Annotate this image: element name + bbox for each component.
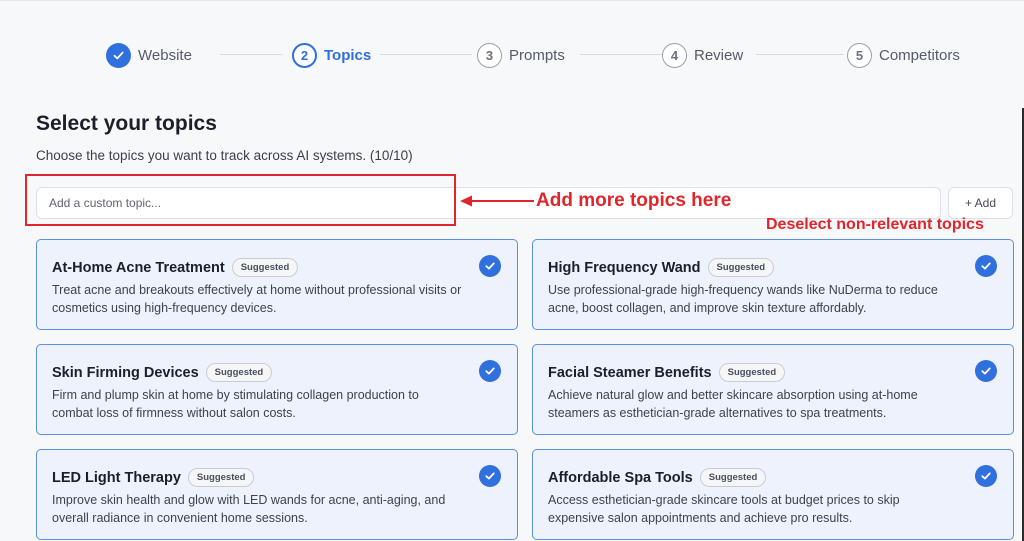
- check-circle-icon[interactable]: [479, 255, 501, 277]
- step-competitors[interactable]: 5 Competitors: [847, 42, 960, 68]
- annotation-add-more: Add more topics here: [536, 190, 732, 211]
- topic-title: High Frequency Wand: [548, 259, 701, 276]
- annotation-highlight-box: [25, 174, 456, 226]
- check-circle-icon[interactable]: [975, 255, 997, 277]
- page-subtitle: Choose the topics you want to track acro…: [36, 148, 413, 163]
- check-circle-icon[interactable]: [975, 465, 997, 487]
- topic-description: Firm and plump skin at home by stimulati…: [52, 388, 419, 420]
- suggested-badge: Suggested: [699, 468, 767, 487]
- topic-description: Achieve natural glow and better skincare…: [548, 388, 918, 420]
- suggested-badge: Suggested: [231, 258, 299, 277]
- add-topic-button[interactable]: + Add: [948, 187, 1013, 219]
- topic-title: LED Light Therapy: [52, 469, 181, 486]
- suggested-badge: Suggested: [707, 258, 775, 277]
- step-website[interactable]: Website: [106, 42, 192, 68]
- topic-description: Treat acne and breakouts effectively at …: [52, 283, 462, 315]
- check-circle-icon[interactable]: [479, 465, 501, 487]
- topic-card[interactable]: Skin Firming Devices Suggested Firm and …: [36, 344, 518, 435]
- step-label: Review: [694, 46, 744, 64]
- step-prompts[interactable]: 3 Prompts: [477, 42, 565, 68]
- step-label: Competitors: [879, 46, 960, 64]
- topic-title: Skin Firming Devices: [52, 364, 199, 381]
- topic-title: At-Home Acne Treatment: [52, 259, 225, 276]
- topic-card[interactable]: LED Light Therapy Suggested Improve skin…: [36, 449, 518, 540]
- suggested-badge: Suggested: [718, 363, 786, 382]
- suggested-badge: Suggested: [205, 363, 273, 382]
- step-connector: [220, 54, 282, 55]
- step-connector: [756, 54, 844, 55]
- step-number: 4: [662, 42, 687, 68]
- step-label: Topics: [324, 46, 372, 64]
- topic-description: Use professional-grade high-frequency wa…: [548, 283, 938, 315]
- topic-description: Access esthetician-grade skincare tools …: [548, 493, 900, 525]
- topic-title: Affordable Spa Tools: [548, 469, 693, 486]
- check-circle-icon[interactable]: [479, 360, 501, 382]
- annotation-deselect: Deselect non-relevant topics: [766, 216, 984, 233]
- topic-card[interactable]: At-Home Acne Treatment Suggested Treat a…: [36, 239, 518, 330]
- step-label: Website: [138, 46, 192, 64]
- step-connector: [580, 54, 662, 55]
- top-border: [0, 0, 1024, 1]
- suggested-badge: Suggested: [187, 468, 255, 487]
- check-circle-icon[interactable]: [975, 360, 997, 382]
- step-review[interactable]: 4 Review: [662, 42, 743, 68]
- topic-card[interactable]: Facial Steamer Benefits Suggested Achiev…: [532, 344, 1014, 435]
- topic-card[interactable]: Affordable Spa Tools Suggested Access es…: [532, 449, 1014, 540]
- topic-description: Improve skin health and glow with LED wa…: [52, 493, 446, 525]
- step-number: 3: [477, 42, 502, 68]
- step-connector: [380, 54, 472, 55]
- step-number: 2: [292, 42, 317, 68]
- step-topics[interactable]: 2 Topics: [292, 42, 371, 68]
- topic-title: Facial Steamer Benefits: [548, 364, 712, 381]
- check-icon: [106, 42, 131, 68]
- step-label: Prompts: [509, 46, 565, 64]
- progress-stepper: Website 2 Topics 3 Prompts 4 Review 5 Co…: [106, 42, 966, 68]
- step-number: 5: [847, 42, 872, 68]
- topic-card[interactable]: High Frequency Wand Suggested Use profes…: [532, 239, 1014, 330]
- page-title: Select your topics: [36, 112, 217, 135]
